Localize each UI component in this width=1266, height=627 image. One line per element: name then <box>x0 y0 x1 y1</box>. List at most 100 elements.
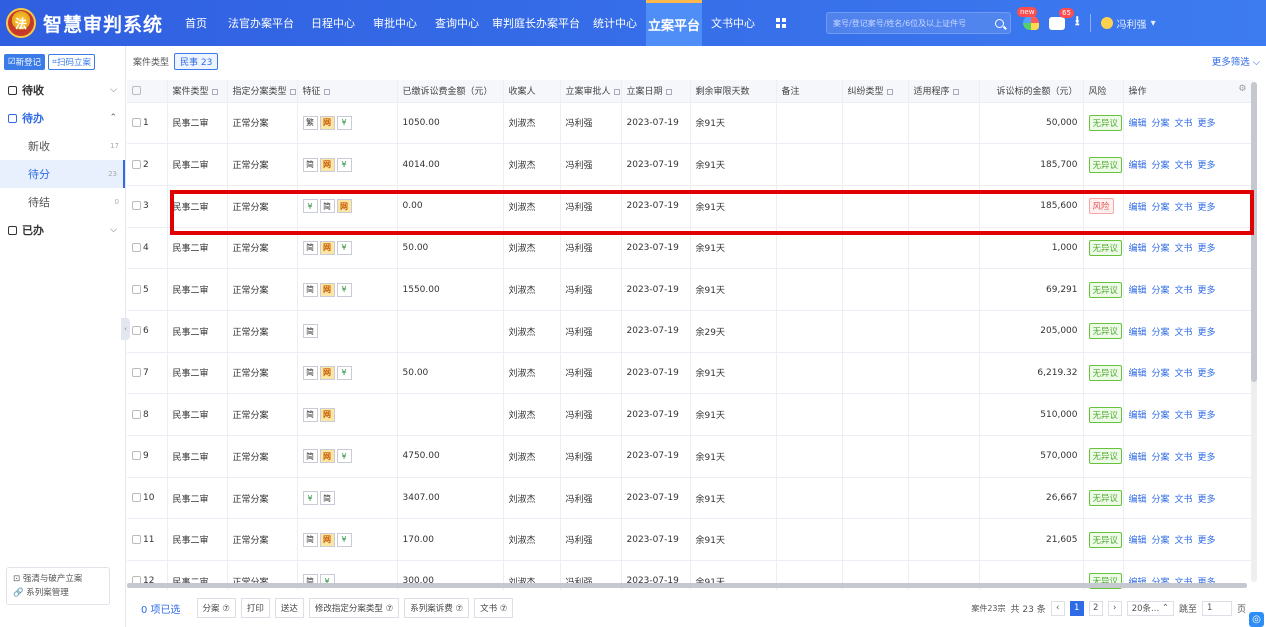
table-row[interactable]: 11 民事二审 正常分案简网 ¥170.00 刘淑杰 冯利强 2023-07-19 余91天 2… <box>127 518 1253 562</box>
sidebar-item-new[interactable]: 新收 17 <box>0 132 125 160</box>
col-header-6[interactable]: 立案审批人 <box>560 80 622 103</box>
document-link[interactable]: 文书 <box>1175 328 1193 338</box>
nav-item-3[interactable]: 审批中心 <box>364 0 426 46</box>
message-icon[interactable]: 65 <box>1049 7 1074 30</box>
download-icon[interactable]: ⭳ <box>1075 12 1080 34</box>
settings-icon[interactable]: ⚙ <box>1238 84 1246 94</box>
user-menu[interactable]: 冯利强 ▾ <box>1100 16 1156 31</box>
edit-link[interactable]: 编辑 <box>1129 328 1147 338</box>
edit-link[interactable]: 编辑 <box>1129 369 1147 379</box>
edit-link[interactable]: 编辑 <box>1129 536 1147 546</box>
assign-link[interactable]: 分案 <box>1152 495 1170 505</box>
assign-link[interactable]: 分案 <box>1152 536 1170 546</box>
row-checkbox[interactable] <box>132 326 141 336</box>
apps-grid-icon[interactable] <box>776 18 786 28</box>
assign-link[interactable]: 分案 <box>1152 453 1170 463</box>
scan-register-button[interactable]: ⌗ 扫码立案 <box>48 54 95 70</box>
table-row[interactable]: 3 民事二审 正常分案 ¥ 简网 0.00 刘淑杰 冯利强 2023-07-19 余91天 185,… <box>127 185 1253 228</box>
more-link[interactable]: 更多 <box>1198 161 1216 171</box>
more-link[interactable]: 更多 <box>1198 453 1216 463</box>
page-2-button[interactable]: 2 <box>1088 600 1103 616</box>
theme-icon[interactable]: new <box>1017 7 1039 30</box>
sidebar-group-done[interactable]: 已办 ⌵ <box>0 216 125 244</box>
nav-item-4[interactable]: 查询中心 <box>426 0 488 46</box>
edit-link[interactable]: 编辑 <box>1129 161 1147 171</box>
series-case-link[interactable]: 🔗 系列案管理 <box>13 586 103 600</box>
assign-link[interactable]: 分案 <box>1152 369 1170 379</box>
nav-item-0[interactable]: 首页 <box>172 0 220 46</box>
nav-item-6[interactable]: 统计中心 <box>584 0 646 46</box>
new-register-button[interactable]: ☑ 新登记 <box>4 54 46 70</box>
deliver-button[interactable]: 送达 <box>274 598 304 618</box>
more-link[interactable]: 更多 <box>1198 495 1216 505</box>
vertical-scrollbar[interactable] <box>1251 82 1257 582</box>
edit-link[interactable]: 编辑 <box>1129 411 1147 421</box>
table-row[interactable]: 2 民事二审 正常分案简网 ¥4014.00 刘淑杰 冯利强 2023-07-19 余91天 1… <box>127 143 1253 186</box>
sidebar-item-to-close[interactable]: 待结 0 <box>0 188 125 216</box>
col-header-3[interactable]: 特征 <box>297 80 398 103</box>
more-link[interactable]: 更多 <box>1198 286 1216 296</box>
horizontal-scrollbar[interactable] <box>127 583 1247 588</box>
more-link[interactable]: 更多 <box>1198 536 1216 546</box>
more-link[interactable]: 更多 <box>1198 328 1216 338</box>
row-checkbox[interactable] <box>132 117 141 127</box>
assign-link[interactable]: 分案 <box>1152 244 1170 254</box>
assign-link[interactable]: 分案 <box>1152 119 1170 129</box>
document-button[interactable]: 文书 ⑦ <box>474 598 514 618</box>
app-logo[interactable]: 法 智慧审判系统 <box>0 8 172 38</box>
sidebar-item-to-assign[interactable]: 待分 23 <box>0 160 125 188</box>
document-link[interactable]: 文书 <box>1175 244 1193 254</box>
col-header-10[interactable]: 纠纷类型 <box>842 80 909 103</box>
table-row[interactable]: 8 民事二审 正常分案简网 刘淑杰 冯利强 2023-07-19 余91天 510,000 无异… <box>127 393 1253 436</box>
table-row[interactable]: 9 民事二审 正常分案简网 ¥4750.00 刘淑杰 冯利强 2023-07-19 余91天 5… <box>127 435 1253 478</box>
prev-page-button[interactable]: ‹ <box>1050 600 1065 616</box>
table-row[interactable]: 10 民事二审 正常分案 ¥ 简 3407.00 刘淑杰 冯利强 2023-07-19 余91天 2… <box>127 477 1253 520</box>
table-row[interactable]: 6 民事二审 正常分案简 刘淑杰 冯利强 2023-07-19 余29天 205,000 无异议… <box>127 310 1253 353</box>
edit-link[interactable]: 编辑 <box>1129 244 1147 254</box>
document-link[interactable]: 文书 <box>1175 411 1193 421</box>
nav-item-8[interactable]: 文书中心 <box>702 0 764 46</box>
document-link[interactable]: 文书 <box>1175 161 1193 171</box>
search-icon[interactable] <box>995 18 1004 28</box>
row-checkbox[interactable] <box>132 534 141 544</box>
sidebar-group-pending-receive[interactable]: 待收 ⌵ <box>0 76 125 104</box>
nav-item-7[interactable]: 立案平台 <box>646 0 702 46</box>
row-checkbox[interactable] <box>132 242 141 252</box>
document-link[interactable]: 文书 <box>1175 369 1193 379</box>
filter-icon[interactable] <box>886 88 893 95</box>
row-checkbox[interactable] <box>132 493 141 503</box>
edit-link[interactable]: 编辑 <box>1129 495 1147 505</box>
table-row[interactable]: 1 民事二审 正常分案繁网 ¥1050.00 刘淑杰 冯利强 2023-07-19 余91天 5… <box>127 102 1253 145</box>
jump-page-input[interactable]: 1 <box>1201 600 1232 616</box>
page-1-button[interactable]: 1 <box>1069 600 1084 616</box>
document-link[interactable]: 文书 <box>1175 203 1193 213</box>
nav-item-2[interactable]: 日程中心 <box>302 0 364 46</box>
filter-icon[interactable] <box>952 88 959 95</box>
more-link[interactable]: 更多 <box>1198 369 1216 379</box>
change-assign-type-button[interactable]: 修改指定分案类型 ⑦ <box>308 598 400 618</box>
row-checkbox[interactable] <box>132 201 141 211</box>
col-header-7[interactable]: 立案日期 <box>621 80 691 103</box>
select-all-checkbox[interactable] <box>132 85 141 95</box>
table-row[interactable]: 5 民事二审 正常分案简网 ¥1550.00 刘淑杰 冯利强 2023-07-19 余91天 6… <box>127 268 1253 311</box>
print-button[interactable]: 打印 <box>240 598 270 618</box>
sidebar-group-todo[interactable]: 待办 ⌃ <box>0 104 125 132</box>
more-link[interactable]: 更多 <box>1198 119 1216 129</box>
col-header-2[interactable]: 指定分案类型 <box>227 80 298 103</box>
filter-icon[interactable] <box>323 88 330 95</box>
document-link[interactable]: 文书 <box>1175 495 1193 505</box>
series-fee-button[interactable]: 系列案诉费 ⑦ <box>404 598 470 618</box>
search-input[interactable]: 案号/登记案号/姓名/6位及以上证件号 <box>826 12 1011 34</box>
filter-icon[interactable] <box>211 88 218 95</box>
document-link[interactable]: 文书 <box>1175 286 1193 296</box>
help-float-icon[interactable]: ◎ <box>1249 612 1264 627</box>
row-checkbox[interactable] <box>132 284 141 294</box>
filter-icon[interactable] <box>289 88 296 95</box>
col-header-11[interactable]: 适用程序 <box>908 80 980 103</box>
filter-icon[interactable] <box>665 88 672 95</box>
row-checkbox[interactable] <box>132 409 141 419</box>
edit-link[interactable]: 编辑 <box>1129 203 1147 213</box>
assign-link[interactable]: 分案 <box>1152 203 1170 213</box>
more-link[interactable]: 更多 <box>1198 411 1216 421</box>
edit-link[interactable]: 编辑 <box>1129 119 1147 129</box>
